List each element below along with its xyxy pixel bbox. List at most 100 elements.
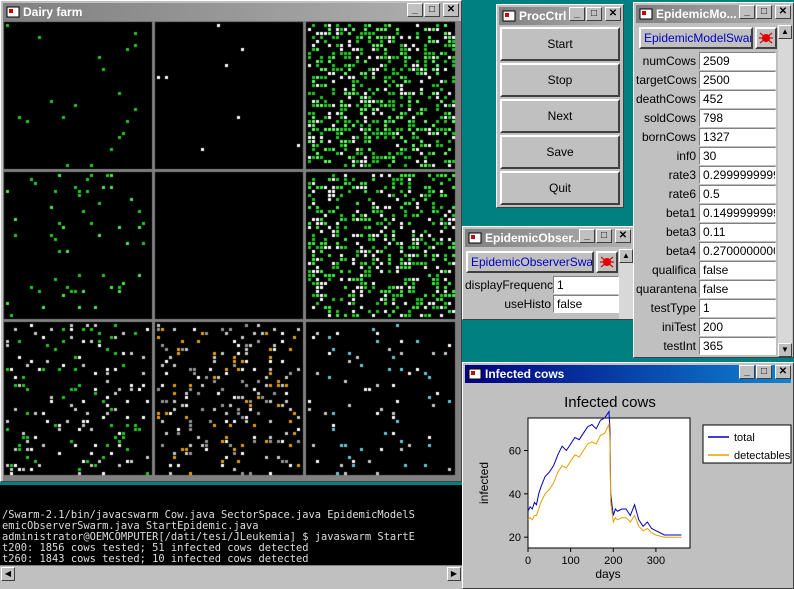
window-title: Dairy farm — [23, 5, 83, 19]
scroll-right-icon[interactable]: ▶ — [447, 567, 461, 581]
param-label: beta4 — [665, 244, 696, 258]
param-label: qualifica — [651, 263, 696, 277]
minimize-icon[interactable]: _ — [739, 5, 755, 19]
farm-grid — [3, 21, 461, 481]
legend-label: detectables — [734, 450, 791, 462]
param-label: displayFrequency — [465, 278, 560, 292]
maximize-icon[interactable]: □ — [756, 365, 772, 379]
param-label: beta3 — [665, 225, 696, 239]
param-label: quarantena — [636, 282, 697, 296]
window-controls: _ □ ✕ — [406, 3, 459, 17]
dairy-farm-window: Dairy farm _ □ ✕ — [0, 0, 462, 482]
param-label: testType — [650, 301, 696, 315]
param-field-testint[interactable]: 365 — [699, 337, 776, 355]
param-label: soldCows — [643, 111, 696, 125]
procctrl-window: ProcCtrl _ □ ✕ Start Stop Next Save Quit — [496, 4, 624, 208]
close-icon[interactable]: ✕ — [775, 5, 791, 19]
observer-swarm-button[interactable]: EpidemicObserverSwarm — [466, 251, 594, 273]
minimize-icon[interactable]: _ — [579, 229, 595, 243]
console-hscrollbar[interactable]: ◀ ▶ — [0, 565, 462, 582]
x-tick-label: 300 — [647, 555, 665, 567]
minimize-icon[interactable]: _ — [739, 365, 755, 379]
maximize-icon[interactable]: □ — [586, 7, 602, 21]
observer-window: EpidemicObser... _ □ ✕ EpidemicObserverS… — [462, 226, 634, 320]
window-title: EpidemicMo... — [656, 7, 737, 21]
param-field-initest[interactable]: 200 — [699, 318, 776, 336]
minimize-icon[interactable]: _ — [407, 3, 423, 17]
param-field-beta3[interactable]: 0.11 — [699, 223, 776, 241]
legend-label: total — [734, 432, 755, 444]
x-tick-label: 100 — [561, 555, 579, 567]
param-label: inf0 — [676, 149, 696, 163]
window-controls: _ □ ✕ — [738, 365, 791, 379]
bug-icon[interactable] — [596, 251, 618, 273]
app-icon — [468, 232, 482, 244]
model-vscrollbar[interactable]: ▲ ▼ — [778, 25, 792, 357]
param-field-beta1[interactable]: 0.1499999999999 — [699, 204, 776, 222]
param-field-rate6[interactable]: 0.5 — [699, 185, 776, 203]
param-field-quarantena[interactable]: false — [699, 280, 776, 298]
scroll-up-icon[interactable]: ▲ — [619, 249, 633, 263]
infected-chart: Infected cows 0 100 200 300 20 40 60 days infe… — [477, 394, 792, 581]
window-title: EpidemicObser... — [485, 231, 583, 245]
maximize-icon[interactable]: □ — [424, 3, 440, 17]
farm-canvas[interactable] — [3, 21, 461, 481]
y-tick-label: 20 — [509, 532, 521, 544]
model-window: EpidemicMo... _ □ ✕ EpidemicModelSwarm n… — [633, 2, 794, 358]
infected-cows-window: Infected cows _ □ ✕ Infected cows 0 100 20… — [462, 362, 794, 589]
maximize-icon[interactable]: □ — [596, 229, 612, 243]
save-button[interactable]: Save — [500, 135, 620, 169]
param-field-beta4[interactable]: 0.2700000000000 — [699, 242, 776, 260]
plot-area — [527, 417, 691, 549]
dairy-farm-titlebar[interactable]: Dairy farm — [3, 3, 459, 21]
param-field-testtype[interactable]: 1 — [699, 299, 776, 317]
window-title: ProcCtrl — [519, 9, 567, 23]
window-controls: _ □ ✕ — [568, 7, 621, 21]
stop-button[interactable]: Stop — [500, 63, 620, 97]
window-title: Infected cows — [485, 367, 565, 381]
param-label: rate6 — [668, 187, 696, 201]
quit-button[interactable]: Quit — [500, 171, 620, 205]
use-histo-field[interactable]: false — [553, 295, 619, 313]
close-icon[interactable]: ✕ — [775, 365, 791, 379]
chart-title: Infected cows — [564, 394, 656, 411]
next-button[interactable]: Next — [500, 99, 620, 133]
close-icon[interactable]: ✕ — [615, 229, 631, 243]
console-bottom-bar — [0, 581, 462, 589]
x-tick-label: 0 — [525, 555, 531, 567]
app-icon — [639, 8, 653, 20]
console-lines: /Swarm-2.1/bin/javacswarm Cow.java Secto… — [2, 510, 462, 566]
console-terminal[interactable]: /Swarm-2.1/bin/javacswarm Cow.java Secto… — [0, 485, 462, 565]
maximize-icon[interactable]: □ — [756, 5, 772, 19]
param-label: bornCows — [641, 130, 696, 144]
window-controls: _ □ ✕ — [578, 229, 631, 243]
model-swarm-button[interactable]: EpidemicModelSwarm — [639, 27, 753, 49]
start-button[interactable]: Start — [500, 27, 620, 61]
param-label: testInt — [663, 339, 696, 353]
param-field-targetcows[interactable]: 2500 — [699, 71, 776, 89]
y-tick-label: 60 — [509, 446, 521, 458]
param-label: numCows — [642, 54, 696, 68]
close-icon[interactable]: ✕ — [605, 7, 621, 21]
display-frequency-field[interactable]: 1 — [553, 276, 619, 294]
scroll-left-icon[interactable]: ◀ — [1, 567, 15, 581]
scroll-up-icon[interactable]: ▲ — [778, 25, 792, 39]
app-icon — [6, 6, 20, 18]
x-tick-label: 200 — [604, 555, 622, 567]
param-field-soldcows[interactable]: 798 — [699, 109, 776, 127]
param-field-numcows[interactable]: 2509 — [699, 52, 776, 70]
param-label: targetCows — [636, 73, 697, 87]
app-icon — [468, 368, 482, 380]
param-label: deathCows — [636, 92, 697, 106]
y-tick-label: 40 — [509, 489, 521, 501]
bug-icon[interactable] — [755, 27, 777, 49]
param-field-borncows[interactable]: 1327 — [699, 128, 776, 146]
param-field-deathcows[interactable]: 452 — [699, 90, 776, 108]
param-field-qualifica[interactable]: false — [699, 261, 776, 279]
param-field-inf0[interactable]: 30 — [699, 147, 776, 165]
observer-vscrollbar[interactable]: ▲ — [619, 249, 633, 319]
param-field-rate3[interactable]: 0.2999999999999 — [699, 166, 776, 184]
minimize-icon[interactable]: _ — [569, 7, 585, 21]
scroll-down-icon[interactable]: ▼ — [778, 343, 792, 357]
close-icon[interactable]: ✕ — [443, 3, 459, 17]
